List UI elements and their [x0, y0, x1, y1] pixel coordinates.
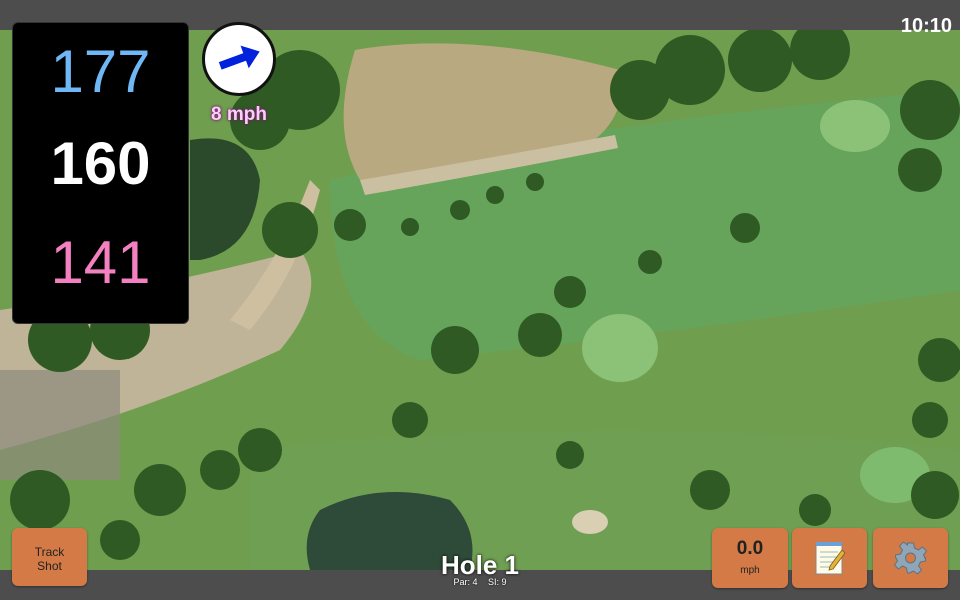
arrow-icon — [218, 45, 260, 70]
front-distance: 141 — [50, 229, 151, 296]
hole-info: Par: 4 SI: 9 — [380, 577, 580, 587]
notes-button[interactable] — [792, 528, 867, 588]
back-distance: 177 — [50, 38, 151, 105]
speed-value: 0.0 — [736, 538, 764, 559]
clock: 10:10 — [900, 15, 952, 37]
wind-speed: 8 mph — [211, 104, 267, 125]
track-shot-label-line1: Track — [34, 545, 65, 559]
hole-par: Par: 4 — [453, 577, 478, 587]
track-shot-button[interactable]: Track Shot — [12, 528, 87, 586]
settings-button[interactable] — [873, 528, 948, 588]
wind-indicator — [202, 22, 276, 96]
speed-unit: mph — [740, 565, 760, 576]
track-shot-label-line2: Shot — [37, 559, 62, 573]
golf-gps-screen: 10:10 177 160 141 8 mph Track Shot Hole … — [0, 0, 960, 600]
notepad-icon — [815, 542, 846, 575]
speed-button[interactable]: 0.0 mph — [712, 528, 788, 588]
center-distance: 160 — [50, 130, 151, 197]
hole-stroke-index: SI: 9 — [488, 577, 507, 587]
gear-icon — [893, 541, 928, 575]
distance-panel: 177 160 141 — [12, 22, 189, 324]
